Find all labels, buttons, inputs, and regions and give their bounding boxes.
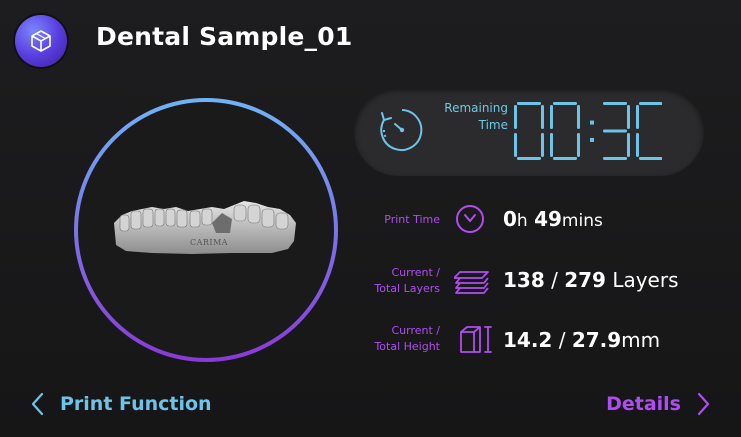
remaining-time-display bbox=[514, 102, 662, 160]
height-label: Current / Total Height bbox=[374, 324, 440, 353]
details-button[interactable]: Details bbox=[606, 392, 711, 416]
digit-0 bbox=[514, 102, 544, 160]
print-time-label: Print Time bbox=[384, 213, 440, 226]
height-value: 14.2 / 27.9mm bbox=[503, 328, 661, 352]
dental-model-image: CARIMA bbox=[114, 201, 296, 254]
chevron-right-icon bbox=[697, 392, 710, 416]
cube-icon[interactable] bbox=[15, 15, 67, 67]
details-label: Details bbox=[606, 393, 681, 415]
digit-3 bbox=[603, 102, 630, 160]
timer-icon bbox=[380, 109, 423, 151]
height-icon bbox=[460, 326, 492, 353]
model-engraving-text: CARIMA bbox=[190, 238, 228, 247]
layers-value: 138 / 279 Layers bbox=[503, 268, 679, 292]
print-function-label: Print Function bbox=[60, 393, 212, 415]
page-title: Dental Sample_01 bbox=[96, 22, 353, 51]
digit-0 bbox=[636, 102, 662, 160]
remaining-time-label: Remaining Time bbox=[444, 101, 508, 132]
print-function-button[interactable]: Print Function bbox=[30, 392, 212, 416]
print-time-value: 0h 49mins bbox=[503, 207, 603, 231]
clock-icon bbox=[456, 205, 484, 233]
chevron-left-icon bbox=[31, 392, 44, 416]
digit-0 bbox=[550, 102, 580, 160]
layers-label: Current / Total Layers bbox=[374, 266, 440, 295]
layers-icon bbox=[454, 271, 489, 294]
